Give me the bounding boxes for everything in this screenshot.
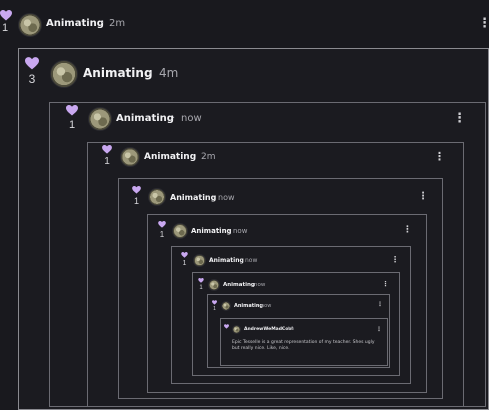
like-count: 1 xyxy=(104,156,110,167)
comment-time: 4m xyxy=(287,327,295,332)
heart-icon[interactable] xyxy=(224,324,229,329)
separator-dot: · xyxy=(250,282,252,288)
more-options-icon[interactable]: ⋮ xyxy=(376,326,382,333)
heart-icon[interactable] xyxy=(158,221,166,228)
more-options-icon[interactable]: ⋮ xyxy=(403,225,412,235)
comment-time: 2m xyxy=(109,18,126,29)
separator-dot: · xyxy=(228,227,231,235)
heart-icon[interactable] xyxy=(66,105,78,116)
like-count: 1 xyxy=(182,260,187,267)
heart-icon[interactable] xyxy=(212,300,217,305)
avatar[interactable] xyxy=(208,279,220,291)
like-count: 1 xyxy=(159,230,165,239)
heart-icon[interactable] xyxy=(25,57,39,70)
avatar[interactable] xyxy=(221,301,231,311)
avatar[interactable] xyxy=(172,223,188,239)
comment-time: now xyxy=(245,257,258,264)
nested-comment-thread: 1 Animating · 2m ⋮ 3 Animating · 4m 1 An… xyxy=(0,0,489,410)
comment-time: 4m xyxy=(159,66,179,80)
comment-author[interactable]: Animating xyxy=(116,113,174,124)
more-options-icon[interactable]: ⋮ xyxy=(391,255,399,264)
like-count: 1 xyxy=(133,196,139,206)
comment-time: now xyxy=(254,282,266,288)
separator-dot: · xyxy=(194,152,197,162)
avatar[interactable] xyxy=(193,254,206,267)
separator-dot: · xyxy=(101,18,105,29)
comment-author[interactable]: AndrewWeMadCool xyxy=(244,327,293,332)
comment-author[interactable]: Animating xyxy=(83,66,153,80)
avatar[interactable] xyxy=(120,147,140,167)
separator-dot: · xyxy=(172,113,176,124)
like-count: 1 xyxy=(199,285,203,291)
separator-dot: · xyxy=(283,327,285,332)
comment-author[interactable]: Animating xyxy=(191,227,232,235)
avatar[interactable] xyxy=(88,107,112,131)
avatar[interactable] xyxy=(18,13,42,37)
like-count: 1 xyxy=(1,22,9,34)
separator-dot: · xyxy=(212,193,215,202)
comment-author[interactable]: Animating xyxy=(209,257,244,264)
comment-time: now xyxy=(218,193,235,202)
heart-icon[interactable] xyxy=(132,186,141,194)
separator-dot: · xyxy=(257,303,259,309)
comment-author[interactable]: Animating xyxy=(144,152,196,162)
heart-icon[interactable] xyxy=(0,10,12,21)
more-options-icon[interactable]: ⋮ xyxy=(434,150,445,163)
separator-dot: · xyxy=(240,257,242,264)
avatar[interactable] xyxy=(50,60,78,88)
comment-time: now xyxy=(233,227,248,235)
comment-time: now xyxy=(261,303,272,309)
like-count: 1 xyxy=(68,119,76,131)
more-options-icon[interactable]: ⋮ xyxy=(418,191,428,202)
comment-author[interactable]: Animating xyxy=(170,193,216,202)
like-count: 3 xyxy=(28,72,36,86)
more-options-icon[interactable]: ⋮ xyxy=(377,301,383,308)
more-options-icon[interactable]: ⋮ xyxy=(478,16,489,31)
heart-icon[interactable] xyxy=(181,252,188,258)
comment-author[interactable]: Animating xyxy=(46,18,104,29)
heart-icon[interactable] xyxy=(102,145,112,154)
avatar[interactable] xyxy=(232,325,241,334)
more-options-icon[interactable]: ⋮ xyxy=(382,280,389,288)
comment-time: now xyxy=(181,113,202,124)
separator-dot: · xyxy=(148,66,152,80)
avatar[interactable] xyxy=(148,188,166,206)
comment-time: 2m xyxy=(201,152,216,162)
like-count: 1 xyxy=(213,306,216,312)
more-options-icon[interactable]: ⋮ xyxy=(453,111,466,126)
heart-icon[interactable] xyxy=(198,278,204,283)
comment-body: Epic Tesselle is a great representation … xyxy=(232,340,375,352)
